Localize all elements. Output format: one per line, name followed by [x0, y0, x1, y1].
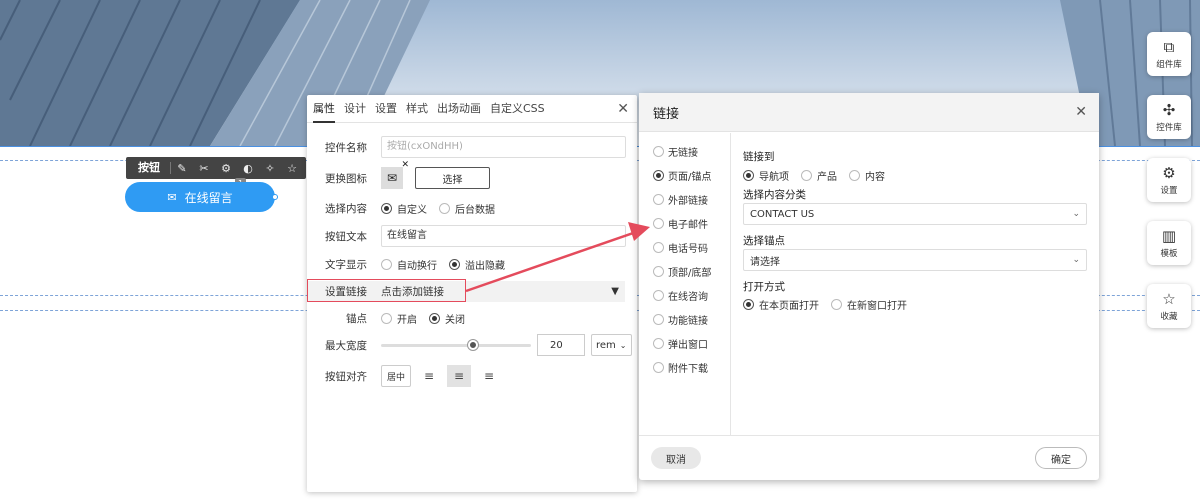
- dock-templates[interactable]: ▥ 模板: [1147, 221, 1191, 265]
- dock-label: 组件库: [1156, 59, 1182, 70]
- dock-component-library[interactable]: ⧉ 组件库: [1147, 32, 1191, 76]
- dock-widget-library[interactable]: ✣ 控件库: [1147, 95, 1191, 139]
- layers-icon: ⧉: [1163, 37, 1175, 56]
- dock-label: 控件库: [1156, 122, 1182, 133]
- arrow-line: [465, 230, 637, 293]
- annotation-arrow: [465, 222, 650, 293]
- star-icon: ☆: [1162, 289, 1176, 308]
- puzzle-icon: ✣: [1162, 100, 1176, 119]
- dock-favorites[interactable]: ☆ 收藏: [1147, 284, 1191, 328]
- dock-label: 设置: [1160, 185, 1178, 196]
- gear-icon: ⚙: [1162, 163, 1176, 182]
- dock-settings[interactable]: ⚙ 设置: [1147, 158, 1191, 202]
- dock-label: 模板: [1160, 248, 1178, 259]
- arrow-head: [628, 222, 650, 241]
- template-icon: ▥: [1161, 226, 1177, 245]
- dock-label: 收藏: [1160, 311, 1178, 322]
